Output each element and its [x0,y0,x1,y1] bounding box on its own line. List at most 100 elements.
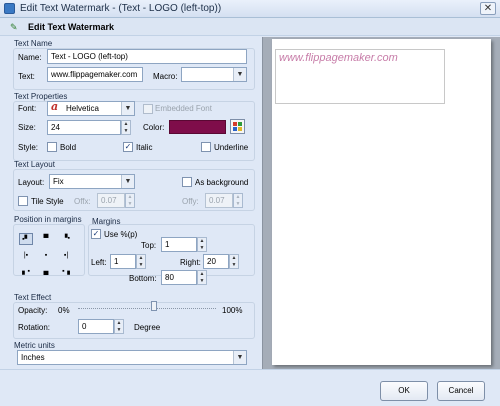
as-background-label: As background [195,178,249,187]
opacity-label: Opacity: [18,306,48,315]
use-percent-checkbox[interactable]: ✓ [91,229,101,239]
layout-select[interactable]: Fix ▼ [49,174,135,189]
section-margins: Margins [92,217,121,226]
font-icon: a [51,100,59,113]
left-input[interactable]: 1 [110,254,136,269]
spin-up-icon[interactable]: ▲ [198,271,206,277]
embedded-font-checkbox[interactable] [143,104,153,114]
app-icon [4,3,15,14]
opacity-slider[interactable] [78,299,216,313]
top-input[interactable]: 1 [161,237,197,252]
section-position: Position in margins [14,215,82,224]
offy-spinner[interactable]: ▲ ▼ [233,193,243,208]
button-bar: OK Cancel [0,369,500,406]
position-top-right-button[interactable]: ▝▪ [59,233,73,245]
watermark-edit-icon: ✎ [10,22,18,32]
macro-select[interactable]: ▼ [181,67,247,82]
position-bottom-center-button[interactable]: ▄ [39,266,53,278]
opacity-track[interactable] [78,299,216,309]
font-select[interactable]: a Helvetica ▼ [47,101,135,116]
rotation-label: Rotation: [18,323,51,332]
dialog-heading: Edit Text Watermark [28,22,115,32]
watermark-preview-text: www.flippagemaker.com [279,52,398,64]
spin-down-icon[interactable]: ▼ [122,128,130,134]
spin-up-icon[interactable]: ▲ [234,194,242,200]
spin-down-icon[interactable]: ▼ [126,201,134,207]
bottom-input[interactable]: 80 [161,270,197,285]
metric-units-select[interactable]: Inches ▼ [17,350,247,365]
layout-label: Layout: [18,178,45,187]
position-bottom-right-button[interactable]: ▪▗ [59,266,73,278]
close-icon[interactable]: ✕ [480,2,496,15]
spin-down-icon[interactable]: ▼ [234,201,242,207]
top-spinner[interactable]: ▲ ▼ [197,237,207,252]
text-label: Text: [18,72,35,81]
spin-up-icon[interactable]: ▲ [137,255,145,261]
position-top-center-button[interactable]: ▀ [39,233,53,245]
name-input[interactable]: Text - LOGO (left-top) [47,49,247,64]
offx-input[interactable]: 0.07 [97,193,125,208]
spin-down-icon[interactable]: ▼ [230,262,238,268]
spin-down-icon[interactable]: ▼ [137,262,145,268]
offx-label: Offx: [74,197,91,206]
degree-label: Degree [134,323,161,332]
position-center-button[interactable]: ▪ [39,250,53,262]
right-spinner[interactable]: ▲ ▼ [229,254,239,269]
size-input[interactable]: 24 [47,120,121,135]
bottom-label: Bottom: [129,274,157,283]
rotation-input[interactable]: 0 [78,319,114,334]
position-top-left-button[interactable]: ▪▘ [19,233,33,245]
opacity-max-label: 100% [222,306,243,315]
dialog-header: ✎ Edit Text Watermark [0,18,500,36]
preview-page: www.flippagemaker.com [272,39,491,365]
spin-up-icon[interactable]: ▲ [126,194,134,200]
position-middle-right-button[interactable]: ▪| [59,250,73,262]
macro-label: Macro: [153,72,178,81]
spin-up-icon[interactable]: ▲ [230,255,238,261]
spin-up-icon[interactable]: ▲ [115,320,123,326]
font-value: Helvetica [66,104,99,113]
watermark-box[interactable]: www.flippagemaker.com [275,49,445,104]
left-label: Left: [91,258,107,267]
rotation-spinner[interactable]: ▲ ▼ [114,319,124,334]
cancel-button[interactable]: Cancel [437,381,485,401]
spin-up-icon[interactable]: ▲ [198,238,206,244]
underline-checkbox[interactable] [201,142,211,152]
color-swatch[interactable] [169,120,226,134]
position-middle-left-button[interactable]: |▪ [19,250,33,262]
name-label: Name: [18,53,42,62]
embedded-font-label: Embedded Font [155,104,212,113]
settings-panel: Text Name Name: Text - LOGO (left-top) T… [0,37,262,369]
spin-up-icon[interactable]: ▲ [122,121,130,127]
size-spinner[interactable]: ▲ ▼ [121,120,131,135]
opacity-thumb[interactable] [151,301,157,311]
spin-down-icon[interactable]: ▼ [198,245,206,251]
bottom-spinner[interactable]: ▲ ▼ [197,270,207,285]
left-spinner[interactable]: ▲ ▼ [136,254,146,269]
bold-checkbox[interactable] [47,142,57,152]
ok-button[interactable]: OK [380,381,428,401]
chevron-down-icon: ▼ [233,68,246,81]
color-picker-icon[interactable] [230,119,245,134]
section-text-name: Text Name [14,39,53,48]
offy-input[interactable]: 0.07 [205,193,233,208]
layout-value: Fix [53,177,64,186]
window-title: Edit Text Watermark - (Text - LOGO (left… [20,3,222,14]
italic-checkbox[interactable]: ✓ [123,142,133,152]
text-input[interactable]: www.flippagemaker.com [47,67,143,82]
tile-style-checkbox[interactable] [18,196,28,206]
spin-down-icon[interactable]: ▼ [198,278,206,284]
position-bottom-left-button[interactable]: ▖▪ [19,266,33,278]
as-background-checkbox[interactable] [182,177,192,187]
size-label: Size: [18,123,36,132]
metric-units-value: Inches [21,353,45,362]
right-input[interactable]: 20 [203,254,229,269]
section-metric-units: Metric units [14,341,55,350]
chevron-down-icon: ▼ [121,102,134,115]
spin-down-icon[interactable]: ▼ [115,327,123,333]
offx-spinner[interactable]: ▲ ▼ [125,193,135,208]
right-label: Right: [180,258,201,267]
section-text-properties: Text Properties [14,92,68,101]
section-text-layout: Text Layout [14,160,55,169]
use-percent-label: Use %(p) [104,230,138,239]
